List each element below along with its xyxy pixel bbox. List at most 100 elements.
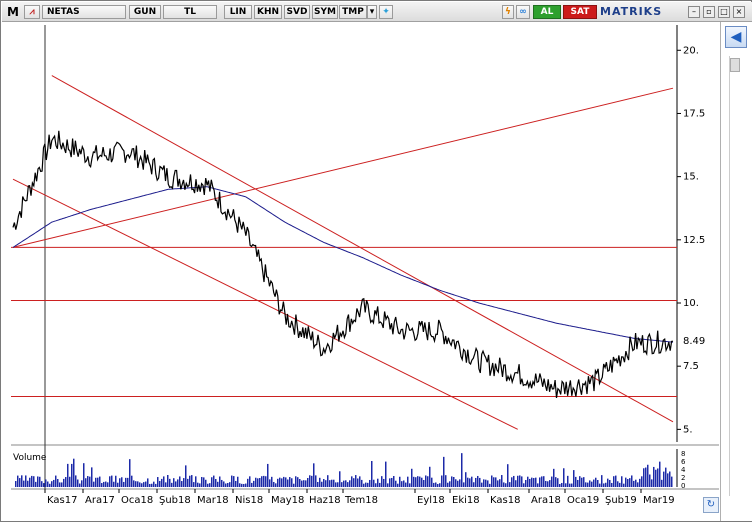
- volume-bar: [47, 481, 49, 487]
- volume-bar: [487, 480, 489, 487]
- x-tick-label: Ara17: [85, 495, 115, 506]
- volume-bar: [267, 463, 269, 487]
- volume-bar: [575, 476, 577, 487]
- volume-bar: [521, 476, 523, 487]
- volume-bar: [629, 478, 631, 487]
- volume-bar: [497, 480, 499, 487]
- volume-bar: [625, 477, 627, 487]
- volume-bar: [249, 476, 251, 487]
- volume-bar: [269, 479, 271, 487]
- volume-bar: [155, 483, 157, 487]
- volume-bar: [361, 479, 363, 487]
- volume-bar: [421, 477, 423, 487]
- refresh-icon[interactable]: ↻: [703, 497, 719, 513]
- volume-bar: [431, 477, 433, 487]
- volume-bar: [423, 480, 425, 487]
- volume-bar: [49, 483, 51, 487]
- collapse-arrow-icon[interactable]: ◀: [725, 26, 747, 48]
- volume-bar: [247, 478, 249, 487]
- volume-bar: [121, 477, 123, 487]
- volume-bar: [351, 476, 353, 487]
- volume-bar: [127, 477, 129, 487]
- volume-bar: [21, 475, 23, 487]
- volume-bar: [17, 475, 19, 487]
- volume-bar: [61, 482, 63, 487]
- volume-tick-label: 2: [681, 474, 685, 482]
- volume-bar: [439, 483, 441, 487]
- x-tick-label: Haz18: [309, 495, 341, 506]
- volume-bar: [331, 479, 333, 487]
- volume-bar: [205, 479, 207, 487]
- volume-bar: [35, 481, 37, 487]
- volume-bar: [473, 482, 475, 487]
- volume-bar: [401, 481, 403, 487]
- volume-bar: [55, 475, 57, 487]
- volume-bar: [309, 475, 311, 487]
- volume-bar: [321, 481, 323, 487]
- volume-bar: [405, 482, 407, 487]
- volume-bar: [477, 475, 479, 487]
- volume-bar: [535, 477, 537, 487]
- volume-bar: [177, 479, 179, 487]
- volume-bar: [547, 481, 549, 487]
- volume-bar: [45, 479, 47, 487]
- volume-bar: [647, 464, 649, 487]
- moving-average-line: [12, 186, 674, 343]
- volume-bar: [171, 482, 173, 487]
- volume-bar: [165, 482, 167, 487]
- volume-bar: [227, 482, 229, 487]
- volume-bar: [515, 480, 517, 487]
- volume-bar: [27, 480, 29, 487]
- volume-bar: [613, 476, 615, 487]
- scrollbar[interactable]: [729, 56, 740, 496]
- volume-bar: [541, 476, 543, 487]
- volume-bar: [307, 477, 309, 487]
- volume-bar: [265, 476, 267, 487]
- volume-bar: [157, 477, 159, 487]
- y-tick-label: 7.5: [683, 361, 699, 372]
- volume-bar: [403, 480, 405, 487]
- volume-bar: [533, 478, 535, 487]
- last-value-label: 8.49: [683, 336, 705, 347]
- volume-bar: [563, 468, 565, 487]
- volume-bar: [23, 480, 25, 487]
- volume-bar: [335, 482, 337, 487]
- volume-bar: [95, 477, 97, 487]
- volume-bar: [667, 473, 669, 487]
- volume-bar: [179, 476, 181, 487]
- volume-bar: [555, 477, 557, 487]
- volume-bar: [101, 483, 103, 487]
- volume-bar: [349, 480, 351, 487]
- scrollbar-thumb[interactable]: [730, 58, 740, 72]
- volume-bar: [135, 481, 137, 487]
- volume-bar: [441, 475, 443, 487]
- volume-bar: [345, 480, 347, 487]
- volume-bar: [409, 483, 411, 487]
- volume-bar: [65, 477, 67, 487]
- volume-bar: [169, 478, 171, 487]
- volume-bar: [639, 478, 641, 487]
- volume-bar: [245, 483, 247, 487]
- volume-bar: [273, 481, 275, 487]
- volume-bar: [317, 481, 319, 487]
- volume-bar: [277, 478, 279, 487]
- volume-bar: [347, 482, 349, 487]
- volume-bar: [369, 479, 371, 487]
- volume-bar: [31, 475, 33, 487]
- volume-bar: [173, 478, 175, 487]
- volume-bar: [297, 477, 299, 487]
- volume-bar: [509, 482, 511, 487]
- volume-bar: [329, 480, 331, 487]
- volume-bar: [161, 478, 163, 487]
- volume-bar: [567, 475, 569, 487]
- volume-bar: [371, 461, 373, 487]
- volume-bar: [489, 483, 491, 487]
- volume-bar: [493, 477, 495, 487]
- volume-bar: [577, 479, 579, 487]
- volume-bar: [387, 483, 389, 487]
- volume-bar: [235, 480, 237, 487]
- volume-bar: [467, 477, 469, 487]
- volume-bar: [589, 480, 591, 487]
- volume-bar: [573, 470, 575, 487]
- volume-bar: [43, 483, 45, 487]
